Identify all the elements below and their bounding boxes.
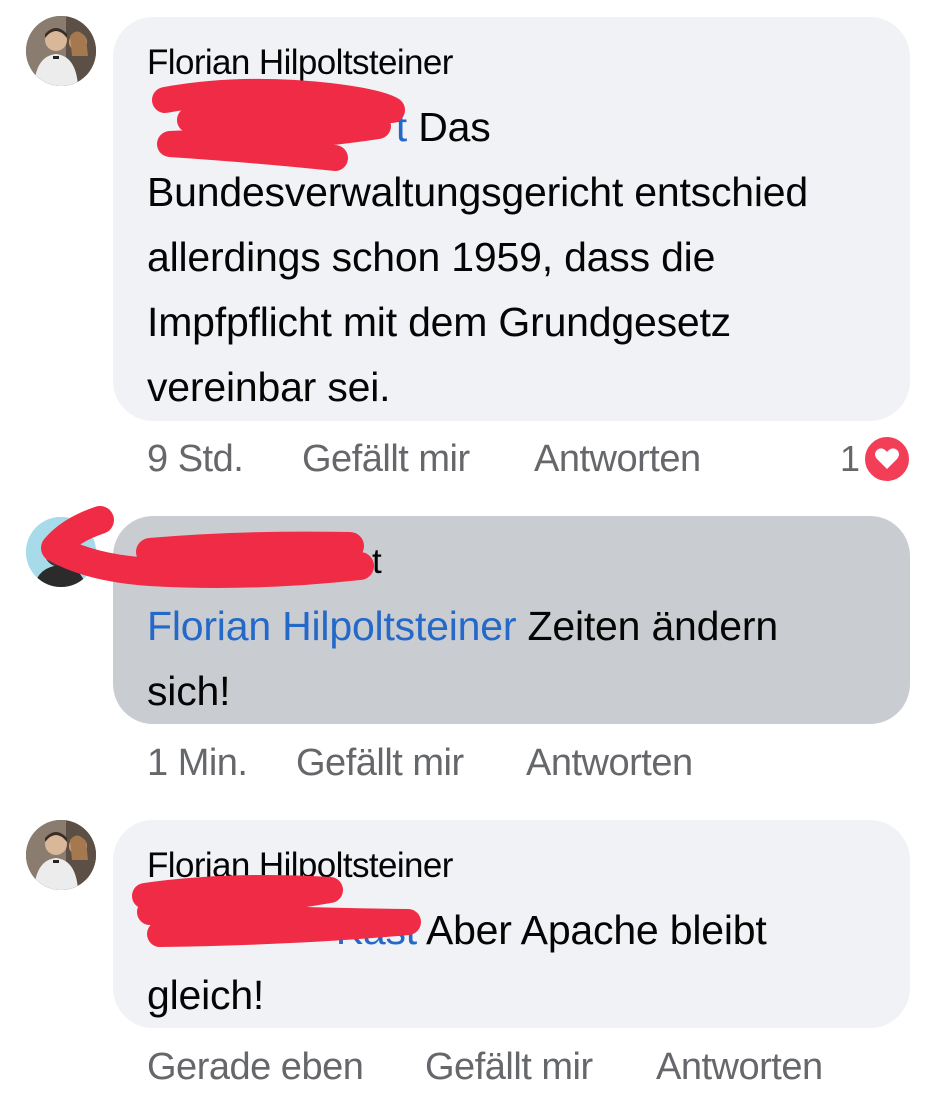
mention-text: Kast (335, 907, 417, 953)
comment-text-line: Das (418, 104, 491, 150)
comment-body: Kast Aber Apache bleibt gleich! (147, 898, 876, 1028)
like-button[interactable]: Gefällt mir (296, 742, 464, 785)
comment-time[interactable]: 1 Min. (147, 742, 248, 785)
comment-author[interactable]: t (147, 542, 876, 582)
comment-bubble[interactable]: Florian Hilpoltsteiner t Das Bundesverwa… (113, 17, 910, 421)
mention-link[interactable]: Kast (147, 898, 417, 963)
avatar[interactable] (26, 517, 96, 587)
comment-text-line: Aber Apache bleibt (425, 907, 767, 953)
mention-text: t (395, 104, 407, 150)
comment-time[interactable]: Gerade eben (147, 1046, 364, 1089)
comment-body: t Das Bundesverwaltungsgericht entschied… (147, 95, 876, 420)
comment-text-line: allerdings schon 1959, dass die (147, 234, 716, 280)
like-button[interactable]: Gefällt mir (302, 438, 470, 481)
mention-link[interactable]: Florian Hilpoltsteiner (147, 603, 517, 649)
comment-bubble[interactable]: Florian Hilpoltsteiner Kast Aber Apache … (113, 820, 910, 1028)
comment-text-line: sich! (147, 668, 231, 714)
like-button[interactable]: Gefällt mir (425, 1046, 593, 1089)
comment-text-line: Zeiten ändern (527, 603, 779, 649)
comment-time[interactable]: 9 Std. (147, 438, 244, 481)
reply-button[interactable]: Antworten (526, 742, 693, 785)
author-name-text: t (372, 542, 382, 581)
comment-text-line: vereinbar sei. (147, 364, 391, 410)
avatar[interactable] (26, 16, 96, 86)
comment-author[interactable]: Florian Hilpoltsteiner (147, 43, 876, 83)
reply-button[interactable]: Antworten (656, 1046, 823, 1089)
avatar[interactable] (26, 820, 96, 890)
comment-body: Florian Hilpoltsteiner Zeiten ändern sic… (147, 594, 876, 724)
comment-text-line: Impfpflicht mit dem Grundgesetz (147, 299, 731, 345)
comment-bubble[interactable]: t Florian Hilpoltsteiner Zeiten ändern s… (113, 516, 910, 724)
comment-text-line: gleich! (147, 972, 265, 1018)
comment-author[interactable]: Florian Hilpoltsteiner (147, 846, 876, 886)
reaction-count: 1 (840, 438, 861, 479)
mention-link[interactable]: t (147, 95, 407, 160)
comment-text-line: Bundesverwaltungsgericht entschied (147, 169, 808, 215)
reaction-summary[interactable]: 1 (840, 434, 913, 484)
reply-button[interactable]: Antworten (534, 438, 701, 481)
heart-icon (862, 434, 913, 484)
